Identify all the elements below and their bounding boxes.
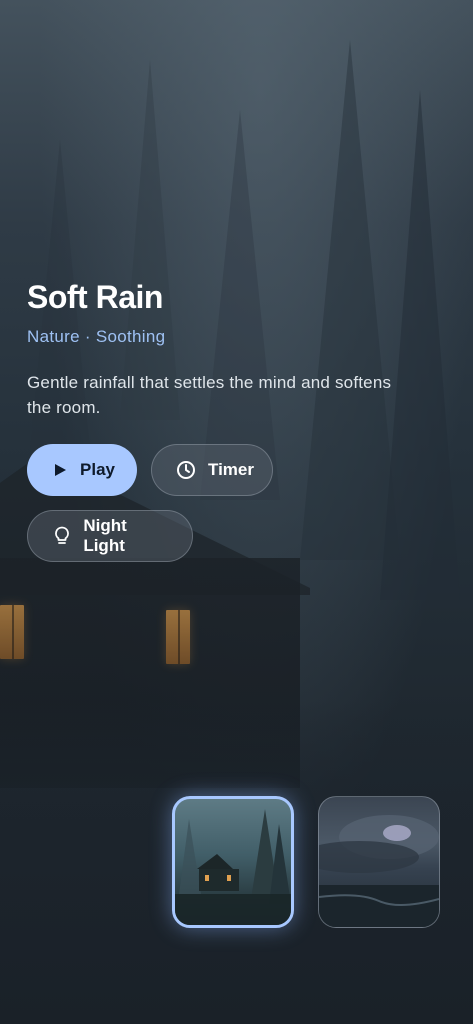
night-light-label: Night Light	[83, 516, 127, 555]
play-label: Play	[80, 460, 115, 479]
cabin-window-left	[0, 605, 24, 659]
sound-category: Nature · Soothing	[27, 327, 166, 346]
timer-label: Timer	[208, 460, 254, 479]
storm-clouds-image	[319, 815, 439, 927]
cabin-window-right	[166, 610, 190, 664]
sound-detail: Soft Rain Nature · Soothing Gentle rainf…	[27, 278, 447, 562]
play-icon	[51, 460, 68, 480]
sound-description: Gentle rainfall that settles the mind an…	[27, 373, 392, 417]
play-button[interactable]: Play	[27, 444, 137, 496]
scene-thumbnail-forest-cabin[interactable]	[172, 796, 294, 928]
forest-cabin-image	[175, 809, 291, 925]
primary-actions: Play Timer	[27, 444, 447, 496]
lightbulb-icon	[52, 526, 71, 546]
secondary-actions: Night Light	[27, 510, 447, 562]
sound-title: Soft Rain	[27, 279, 163, 315]
clock-icon	[176, 460, 196, 480]
scene-thumbnail-storm[interactable]	[318, 796, 440, 928]
night-light-button[interactable]: Night Light	[27, 510, 193, 562]
timer-button[interactable]: Timer	[151, 444, 273, 496]
